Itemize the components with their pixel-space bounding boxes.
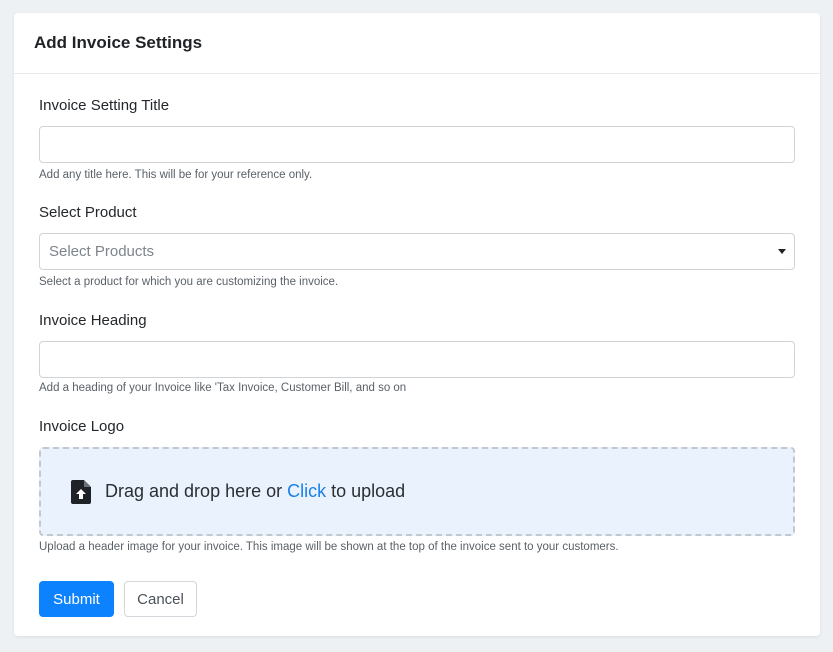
title-help-text: Add any title here. This will be for you… <box>39 169 313 181</box>
product-label: Select Product <box>39 204 137 221</box>
heading-help-text: Add a heading of your Invoice like 'Tax … <box>39 382 407 394</box>
select-product-dropdown[interactable]: Select Products <box>39 233 795 270</box>
title-help-wrap: Add any title here. This will be for you… <box>39 169 795 181</box>
cancel-button[interactable]: Cancel <box>124 581 197 617</box>
title-label: Invoice Setting Title <box>39 97 170 114</box>
title-input-wrap <box>39 126 795 163</box>
dropzone-text-before: Drag and drop here or <box>105 481 288 501</box>
invoice-setting-title-input[interactable] <box>39 126 795 163</box>
logo-label: Invoice Logo <box>39 418 125 435</box>
logo-help-text: Upload a header image for your invoice. … <box>39 541 619 553</box>
product-help-text: Select a product for which you are custo… <box>39 276 339 288</box>
logo-field-group: Invoice Logo <box>39 418 795 435</box>
product-placeholder: Select Products <box>49 243 155 260</box>
title-field-group: Invoice Setting Title <box>39 97 795 114</box>
invoice-settings-card: Add Invoice Settings Invoice Setting Tit… <box>14 13 820 636</box>
heading-field-group: Invoice Heading <box>39 312 795 329</box>
logo-dropzone[interactable]: Drag and drop here or Click to upload <box>39 447 795 536</box>
caret-down-icon <box>778 249 786 254</box>
dropzone-text-after: to upload <box>326 481 406 501</box>
product-select-wrap: Select Products <box>39 233 795 270</box>
heading-help-wrap: Add a heading of your Invoice like 'Tax … <box>39 382 795 394</box>
file-upload-icon <box>71 479 91 504</box>
product-help-wrap: Select a product for which you are custo… <box>39 276 795 288</box>
product-field-group: Select Product <box>39 204 795 221</box>
upload-click-link[interactable]: Click <box>287 481 326 501</box>
submit-button[interactable]: Submit <box>39 581 114 617</box>
logo-dropzone-wrap: Drag and drop here or Click to upload <box>39 447 795 536</box>
card-header: Add Invoice Settings <box>14 13 820 74</box>
page-title: Add Invoice Settings <box>34 33 203 52</box>
dropzone-text: Drag and drop here or Click to upload <box>105 481 405 502</box>
invoice-heading-input[interactable] <box>39 341 795 378</box>
logo-help-wrap: Upload a header image for your invoice. … <box>39 541 795 553</box>
heading-label: Invoice Heading <box>39 312 147 329</box>
heading-input-wrap <box>39 341 795 378</box>
